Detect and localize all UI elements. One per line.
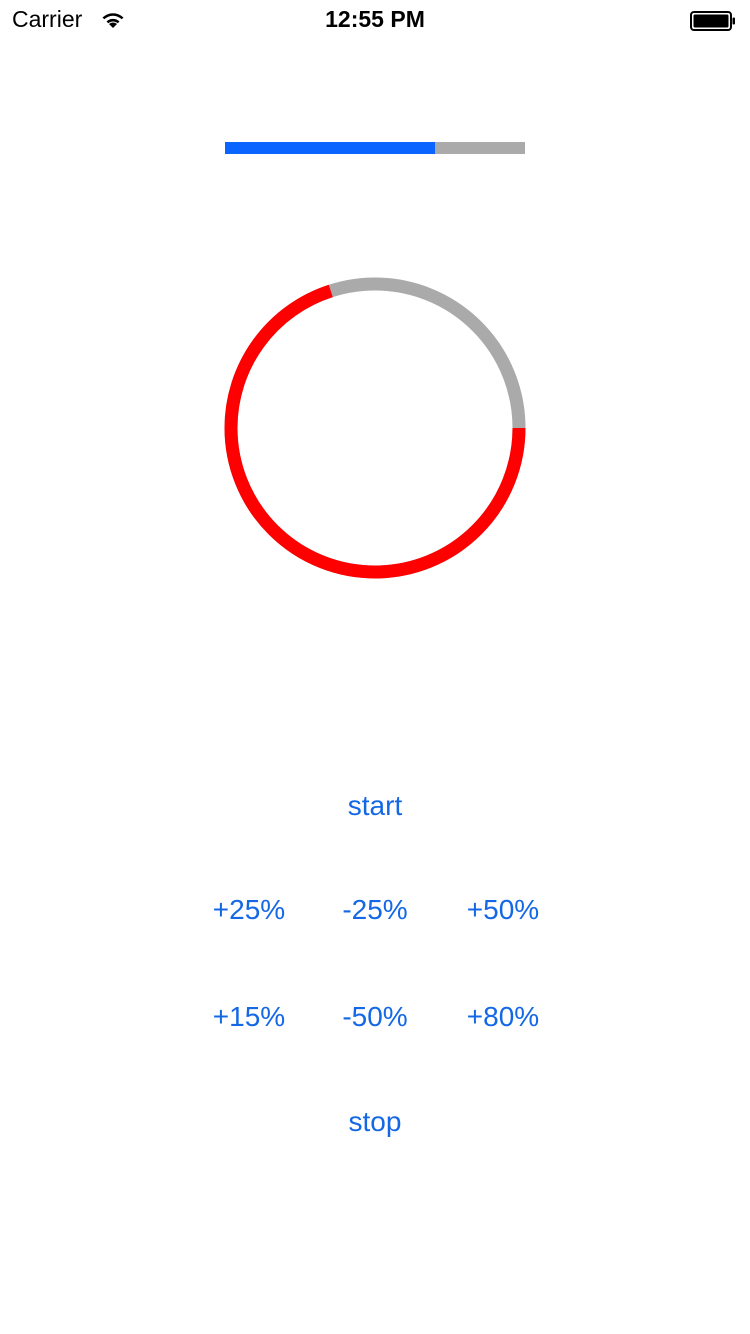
status-time: 12:55 PM	[325, 6, 425, 32]
linear-progress-bar	[225, 142, 525, 154]
plus-25-button[interactable]: +25%	[199, 894, 299, 926]
plus-15-button[interactable]: +15%	[199, 1001, 299, 1033]
stop-button[interactable]: stop	[325, 1106, 425, 1138]
battery-icon	[690, 11, 736, 31]
plus-50-button[interactable]: +50%	[453, 894, 553, 926]
linear-progress-fill	[225, 142, 435, 154]
circular-progress-ring	[224, 277, 526, 579]
minus-50-button[interactable]: -50%	[325, 1001, 425, 1033]
start-button[interactable]: start	[325, 790, 425, 822]
status-bar: Carrier 12:55 PM	[0, 0, 750, 40]
minus-25-button[interactable]: -25%	[325, 894, 425, 926]
plus-80-button[interactable]: +80%	[453, 1001, 553, 1033]
